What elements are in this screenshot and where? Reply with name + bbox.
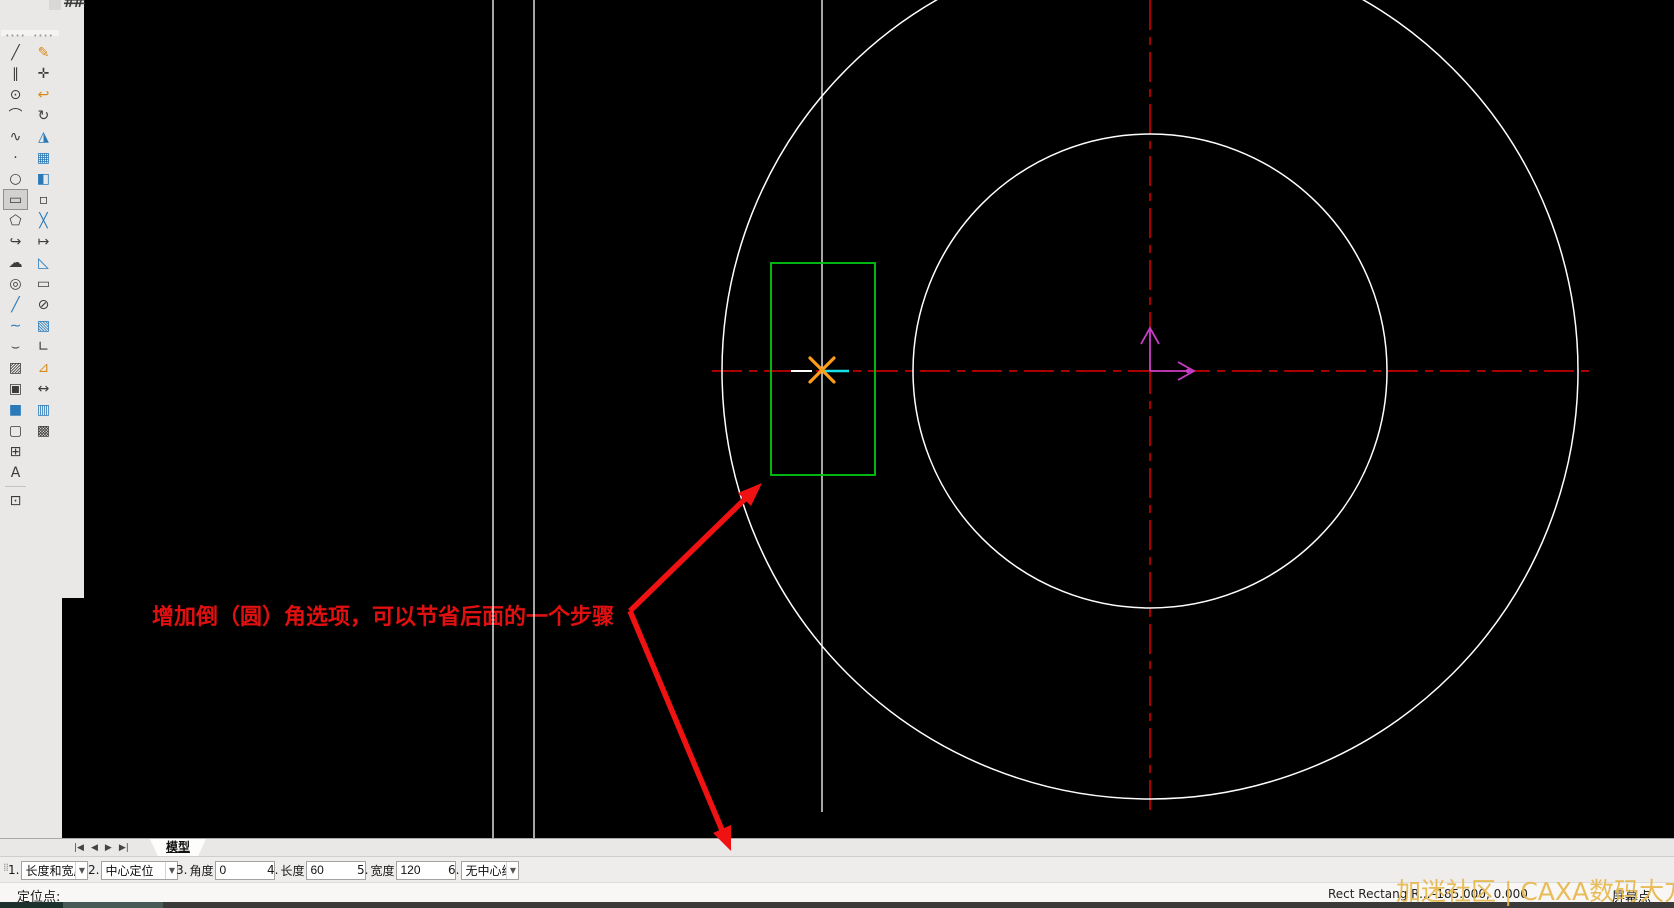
tangent-circle-tool-icon[interactable]: ⊘ [31,294,56,315]
taskbar-sliver [0,902,1674,908]
chevron-down-icon: ▼ [506,861,518,879]
closed-spline-tool-icon[interactable]: ☁ [3,252,28,273]
new-sheet-tool-icon[interactable]: ▢ [3,420,28,441]
mirror-tool-icon[interactable]: ◮ [31,126,56,147]
point-tool-icon[interactable]: · [3,147,28,168]
line-tool-icon[interactable]: ╱ [3,42,28,63]
sketch-pencil-tool-icon[interactable]: ✎ [31,42,56,63]
drawing-canvas[interactable] [0,0,1674,838]
param-angle-group: 3. 角度 [176,860,276,880]
first-sheet-button[interactable]: |◀ [74,841,84,855]
taskbar-segment [63,902,163,908]
insert-table-tool-icon[interactable]: ⊞ [3,441,28,462]
rectangle-tool-icon[interactable]: ▭ [3,189,28,210]
sheet-nav: |◀ ◀ ▶ ▶| [74,841,129,855]
construction-line-tool-icon[interactable]: ╱ [3,294,28,315]
hatch-tool-icon[interactable]: ▨ [3,357,28,378]
curve-tool-icon[interactable]: ⌣ [3,336,28,357]
text-tool-icon[interactable]: A [3,462,28,483]
parameter-bar: ⁞⁞ 1. 长度和宽度 ▼ 2. 中心定位 ▼ 3.角度 4.长度 5.宽度 6… [0,856,1674,882]
next-sheet-button[interactable]: ▶ [105,841,112,855]
profile-tool-icon[interactable]: ▣ [3,378,28,399]
mode-dropdown[interactable]: 长度和宽度 ▼ [21,860,89,880]
dimension-tool-icon[interactable]: ↔ [31,378,56,399]
concentric-circle-tool-icon[interactable]: ◎ [3,273,28,294]
panel-corner-chip [49,0,61,10]
param-length-group: 4. 长度 [267,860,367,880]
palette-drag-handle[interactable]: •••• [30,30,57,42]
taskbar-segment [0,902,63,908]
status-bar: 定位点: Rect Rectang R... -185.000, 0.000 屏… [0,882,1674,905]
centerline-dropdown[interactable]: 无中心线 ▼ [461,860,520,880]
command-history[interactable]: Rect Rectang R... [1328,887,1431,901]
grid-icon: ### [63,0,85,10]
step-profile-tool-icon[interactable]: ∟ [31,336,56,357]
param-width-group: 5. 宽度 [357,860,457,880]
polygon-tool-icon[interactable]: ⬠ [3,210,28,231]
dimension-edit-tool-icon[interactable]: ⊿ [31,357,56,378]
draw-tool-column: •••• ╱ ∥ ⊙ ⌒ ∿ · ○ ▭ ⬠ ↪ ☁ ◎ ╱ ∼ ⌣ ▨ ▣ ■ ▢ ⊞ A ⊡ [2,30,29,511]
param-centerline-group: 6. 无中心线 ▼ [448,860,520,880]
plot-machine-tool-icon[interactable]: ▩ [31,420,56,441]
image-view-tool-icon[interactable]: ▥ [31,399,56,420]
sheet-tab-bar: |◀ ◀ ▶ ▶| 模型 [0,838,1674,856]
anchor-dropdown[interactable]: 中心定位 ▼ [101,860,179,880]
wave-line-tool-icon[interactable]: ∼ [3,315,28,336]
scale-tool-icon[interactable]: ◧ [31,168,56,189]
array-tool-icon[interactable]: ▦ [31,147,56,168]
spline-tool-icon[interactable]: ∿ [3,126,28,147]
palette-drag-handle[interactable]: •••• [2,30,29,42]
stretch-tool-icon[interactable]: ▫ [31,189,56,210]
ellipse-tool-icon[interactable]: ○ [3,168,28,189]
offset-tool-icon[interactable]: ↩ [31,84,56,105]
chevron-down-icon: ▼ [75,861,87,879]
region-select-tool-icon[interactable]: ⊡ [3,490,28,511]
tool-divider [2,483,29,490]
arc-tool-icon[interactable]: ⌒ [3,105,28,126]
modify-tool-column: •••• ✎ ✛ ↩ ↻ ◮ ▦ ◧ ▫ ╳ ↦ ◺ ▭ ⊘ ▧ ∟ ⊿ ↔ ▥ ▩ [30,30,57,441]
chamfer-tool-icon[interactable]: ◺ [31,252,56,273]
parallel-line-tool-icon[interactable]: ∥ [3,63,28,84]
param-anchor-group: 2. 中心定位 ▼ [88,860,179,880]
trim-tool-icon[interactable]: ╳ [31,210,56,231]
polyline-tool-icon[interactable]: ↪ [3,231,28,252]
annotation-note: 增加倒（圆）角选项，可以节省后面的一个步骤 [152,605,615,630]
rotate-tool-icon[interactable]: ↻ [31,105,56,126]
left-toolbar-panel-lower [0,598,62,838]
prev-sheet-button[interactable]: ◀ [91,841,98,855]
gradient-fill-tool-icon[interactable]: ■ [3,399,28,420]
break-window-tool-icon[interactable]: ▭ [31,273,56,294]
box-3d-tool-icon[interactable]: ▧ [31,315,56,336]
circle-tool-icon[interactable]: ⊙ [3,84,28,105]
extend-tool-icon[interactable]: ↦ [31,231,56,252]
cursor-coordinates: -185.000, 0.000 [1432,887,1528,901]
tab-model[interactable]: 模型 [150,839,206,856]
move-tool-icon[interactable]: ✛ [31,63,56,84]
last-sheet-button[interactable]: ▶| [119,841,129,855]
tool-palette: •••• ╱ ∥ ⊙ ⌒ ∿ · ○ ▭ ⬠ ↪ ☁ ◎ ╱ ∼ ⌣ ▨ ▣ ■ ▢ ⊞ A ⊡ •••• ✎ ✛ ↩ ↻ ◮ ▦ ◧… [1,30,59,509]
param-mode-group: 1. 长度和宽度 ▼ [8,860,89,880]
